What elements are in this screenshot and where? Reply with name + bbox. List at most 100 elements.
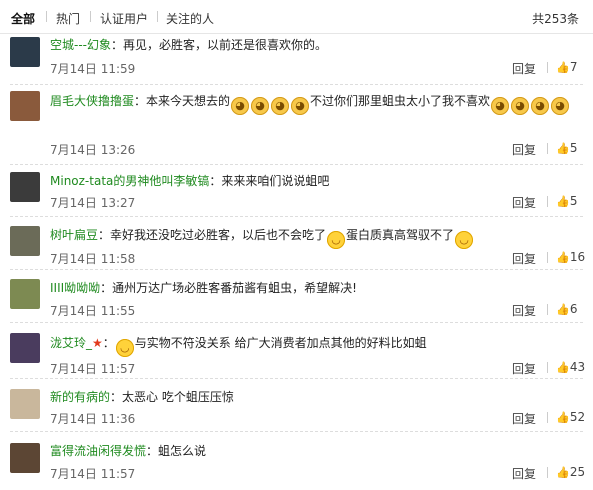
avatar[interactable] bbox=[10, 37, 40, 67]
thumbs-up-icon: 👍 bbox=[556, 142, 570, 155]
avatar[interactable] bbox=[10, 172, 40, 202]
username-link[interactable]: IIII呦呦呦 bbox=[50, 281, 100, 295]
like-button[interactable]: 👍 5 bbox=[556, 194, 577, 208]
comment-time: 7月14日 11:58 bbox=[50, 252, 136, 266]
action-divider bbox=[547, 412, 548, 423]
smiley-emoji-icon: ◡ bbox=[455, 231, 474, 249]
like-button[interactable]: 👍 16 bbox=[556, 250, 585, 264]
comment-body: 树叶扁豆：幸好我还没吃过必胜客，以后也不会吃了 ◡ 蛋白质真高驾驭不了 ◡ bbox=[50, 225, 581, 249]
username-link[interactable]: 富得流油闲得发慌 bbox=[50, 444, 146, 458]
tab-verified-users[interactable]: 认证用户 bbox=[100, 10, 148, 27]
like-count: 7 bbox=[569, 60, 578, 74]
tab-divider bbox=[157, 11, 158, 22]
comment-text: ：幸好我还没吃过必胜客，以后也不会吃了 bbox=[98, 228, 327, 242]
like-count: 5 bbox=[569, 194, 578, 208]
comment-text: ：太恶心 吃个蛆压压惊 bbox=[110, 390, 234, 404]
reply-button[interactable]: 回复 bbox=[512, 250, 536, 267]
username-link[interactable]: 眉毛大侠撸撸蛋 bbox=[50, 94, 134, 108]
comment-text: ：通州万达广场必胜客番茄酱有蛆虫，希望解决! bbox=[100, 281, 357, 295]
comment-body: 新的有病的：太恶心 吃个蛆压压惊 bbox=[50, 387, 581, 407]
username-link[interactable]: 树叶扁豆 bbox=[50, 228, 98, 242]
action-divider bbox=[547, 362, 548, 373]
like-count: 16 bbox=[569, 250, 586, 264]
comment-time: 7月14日 13:26 bbox=[50, 143, 136, 157]
avatar[interactable] bbox=[10, 279, 40, 309]
thumbs-up-icon: 👍 bbox=[556, 61, 570, 74]
like-button[interactable]: 👍 7 bbox=[556, 60, 577, 74]
comment-body: 眉毛大侠撸撸蛋：本来今天想去的 ◕ ◕ ◕ ◕ 不过你们那里蛆虫太小了我不喜欢 ◕ ◕ ◕ ◕ bbox=[50, 91, 581, 115]
reply-button[interactable]: 回复 bbox=[512, 302, 536, 319]
cat-face-emoji-icon: ◕ bbox=[511, 97, 530, 115]
comment-text: ：再见，必胜客，以前还是很喜欢你的。 bbox=[111, 38, 328, 52]
like-button[interactable]: 👍 5 bbox=[556, 141, 577, 155]
comment-item: 空城---幻象：再见，必胜客，以前还是很喜欢你的。 7月14日 11:59 回复… bbox=[0, 33, 593, 85]
comment-time: 7月14日 11:59 bbox=[50, 62, 136, 76]
username-link[interactable]: 泷艾玲_ bbox=[50, 336, 92, 350]
cat-face-emoji-icon: ◕ bbox=[491, 97, 510, 115]
like-button[interactable]: 👍 25 bbox=[556, 465, 585, 479]
username-link[interactable]: 新的有病的 bbox=[50, 390, 110, 404]
like-count: 43 bbox=[569, 360, 586, 374]
reply-button[interactable]: 回复 bbox=[512, 360, 536, 377]
like-count: 52 bbox=[569, 410, 586, 424]
comment-item: 富得流油闲得发慌：蛆怎么说 7月14日 11:57 回复 👍 25 bbox=[0, 432, 593, 490]
comment-time: 7月14日 11:57 bbox=[50, 467, 136, 481]
comment-total-count: 共253条 bbox=[532, 12, 579, 26]
username-link[interactable]: 空城---幻象 bbox=[50, 38, 111, 52]
cat-face-emoji-icon: ◕ bbox=[271, 97, 290, 115]
comment-item: 树叶扁豆：幸好我还没吃过必胜客，以后也不会吃了 ◡ 蛋白质真高驾驭不了 ◡ 7月14日… bbox=[0, 217, 593, 270]
avatar[interactable] bbox=[10, 389, 40, 419]
avatar[interactable] bbox=[10, 226, 40, 256]
comment-text: 不过你们那里蛆虫太小了我不喜欢 bbox=[310, 94, 491, 108]
comment-body: 富得流油闲得发慌：蛆怎么说 bbox=[50, 441, 581, 461]
tab-divider bbox=[46, 11, 47, 22]
comment-time: 7月14日 11:55 bbox=[50, 304, 136, 318]
avatar[interactable] bbox=[10, 333, 40, 363]
username-link[interactable]: Minoz-tata的男神他叫李敏镐 bbox=[50, 174, 209, 188]
thumbs-up-icon: 👍 bbox=[556, 303, 570, 316]
comment-item: 新的有病的：太恶心 吃个蛆压压惊 7月14日 11:36 回复 👍 52 bbox=[0, 379, 593, 432]
comment-text: ：蛆怎么说 bbox=[146, 444, 207, 458]
comment-item: Minoz-tata的男神他叫李敏镐：来来来咱们说说蛆吧 7月14日 13:27… bbox=[0, 165, 593, 217]
comment-item: 泷艾玲_★： ◡ 与实物不符没关系 给广大消费者加点其他的好料比如蛆 7月14日 1… bbox=[0, 323, 593, 379]
avatar[interactable] bbox=[10, 443, 40, 473]
thumbs-up-icon: 👍 bbox=[556, 411, 570, 424]
smiley-emoji-icon: ◡ bbox=[115, 339, 134, 357]
comment-time: 7月14日 11:57 bbox=[50, 362, 136, 376]
comment-body: Minoz-tata的男神他叫李敏镐：来来来咱们说说蛆吧 bbox=[50, 171, 581, 191]
reply-button[interactable]: 回复 bbox=[512, 60, 536, 77]
like-button[interactable]: 👍 6 bbox=[556, 302, 577, 316]
like-button[interactable]: 👍 43 bbox=[556, 360, 585, 374]
cat-face-emoji-icon: ◕ bbox=[251, 97, 270, 115]
comment-text: 蛋白质真高驾驭不了 bbox=[346, 228, 455, 242]
like-button[interactable]: 👍 52 bbox=[556, 410, 585, 424]
comment-time: 7月14日 11:36 bbox=[50, 412, 136, 426]
tab-following[interactable]: 关注的人 bbox=[166, 10, 214, 27]
comment-text: ：本来今天想去的 bbox=[134, 94, 231, 108]
cat-face-emoji-icon: ◕ bbox=[531, 97, 550, 115]
reply-button[interactable]: 回复 bbox=[512, 194, 536, 211]
action-divider bbox=[547, 143, 548, 154]
like-count: 5 bbox=[569, 141, 578, 155]
comment-body: IIII呦呦呦：通州万达广场必胜客番茄酱有蛆虫，希望解决! bbox=[50, 278, 581, 298]
comment-item: IIII呦呦呦：通州万达广场必胜客番茄酱有蛆虫，希望解决! 7月14日 11:5… bbox=[0, 270, 593, 323]
thumbs-up-icon: 👍 bbox=[556, 251, 570, 264]
comment-text: 与实物不符没关系 给广大消费者加点其他的好料比如蛆 bbox=[134, 336, 427, 350]
avatar[interactable] bbox=[10, 91, 40, 121]
action-divider bbox=[547, 62, 548, 73]
reply-button[interactable]: 回复 bbox=[512, 410, 536, 427]
cat-face-emoji-icon: ◕ bbox=[551, 97, 570, 115]
thumbs-up-icon: 👍 bbox=[556, 195, 570, 208]
comment-body: 空城---幻象：再见，必胜客，以前还是很喜欢你的。 bbox=[50, 35, 581, 55]
tab-hot[interactable]: 热门 bbox=[56, 10, 80, 27]
reply-button[interactable]: 回复 bbox=[512, 465, 536, 482]
cat-face-emoji-icon: ◕ bbox=[291, 97, 310, 115]
thumbs-up-icon: 👍 bbox=[556, 466, 570, 479]
like-count: 6 bbox=[569, 302, 578, 316]
tab-all[interactable]: 全部 bbox=[11, 10, 35, 27]
tab-divider bbox=[90, 11, 91, 22]
reply-button[interactable]: 回复 bbox=[512, 141, 536, 158]
action-divider bbox=[547, 304, 548, 315]
action-divider bbox=[547, 467, 548, 478]
action-divider bbox=[547, 252, 548, 263]
